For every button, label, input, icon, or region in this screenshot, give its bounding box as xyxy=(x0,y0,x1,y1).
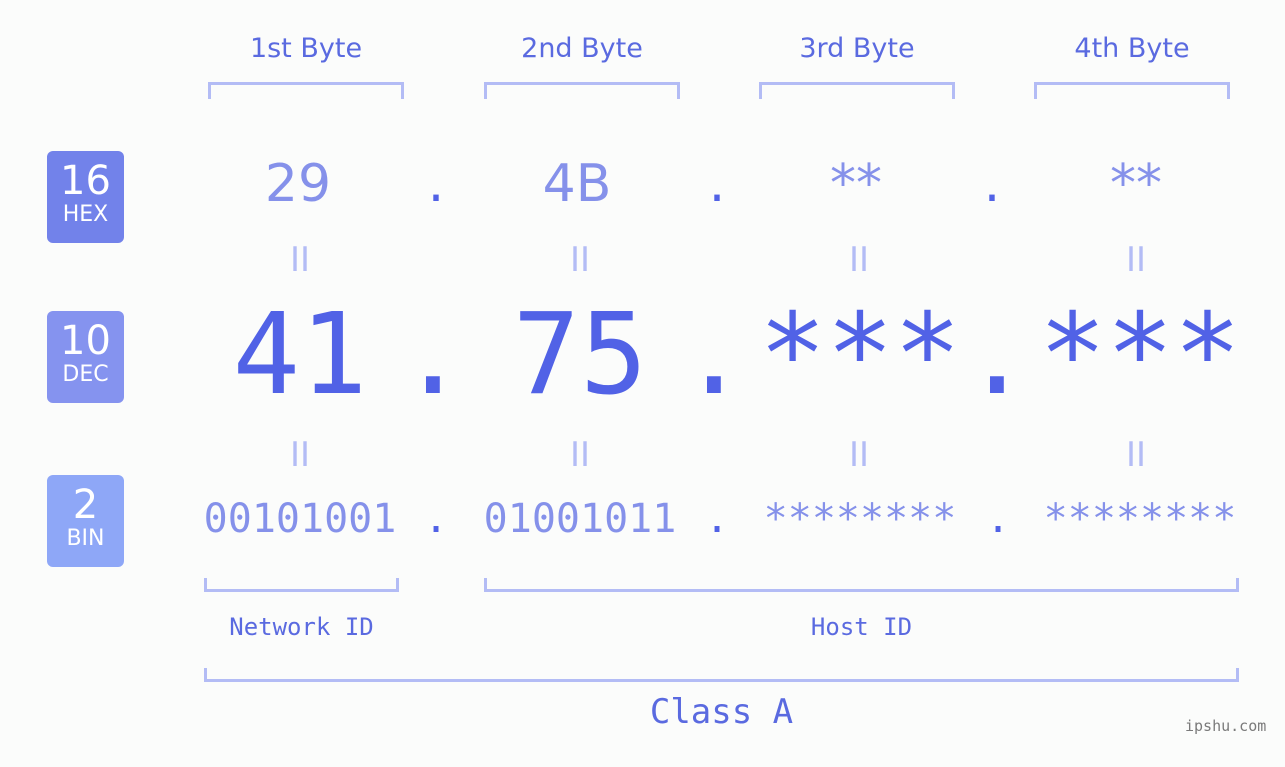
hex-badge-base: 16 xyxy=(60,158,111,204)
bin-badge-base: 2 xyxy=(72,482,99,528)
class-label: Class A xyxy=(649,692,794,732)
bin-dot-1: . xyxy=(423,496,449,542)
byte-bracket-1 xyxy=(208,82,404,99)
hex-dot-3: . xyxy=(983,154,1001,214)
dec-dot-1: . xyxy=(399,290,467,420)
dec-byte-2: 75 xyxy=(512,290,648,420)
bin-dot-2: . xyxy=(704,496,730,542)
equals-sign: II xyxy=(1125,435,1147,475)
host-id-label: Host ID xyxy=(810,613,913,641)
dec-dot-2: . xyxy=(680,290,748,420)
equals-sign: II xyxy=(848,240,870,280)
byte-header-1: 1st Byte xyxy=(249,33,363,64)
equals-sign: II xyxy=(289,240,311,280)
hex-byte-4: ** xyxy=(1110,154,1162,214)
equals-sign: II xyxy=(289,435,311,475)
dec-badge: 10 DEC xyxy=(47,311,124,403)
equals-sign: II xyxy=(569,240,591,280)
equals-sign: II xyxy=(1125,240,1147,280)
byte-bracket-4 xyxy=(1034,82,1230,99)
dec-byte-1: 41 xyxy=(232,290,368,420)
dec-byte-4: *** xyxy=(1038,290,1242,420)
host-id-bracket xyxy=(484,578,1239,592)
dec-badge-base: 10 xyxy=(60,318,111,364)
byte-header-4: 4th Byte xyxy=(1074,33,1190,64)
byte-header-3: 3rd Byte xyxy=(799,33,915,64)
dec-dot-3: . xyxy=(963,290,1031,420)
byte-bracket-3 xyxy=(759,82,955,99)
hex-badge: 16 HEX xyxy=(47,151,124,243)
hex-byte-3: ** xyxy=(830,154,882,214)
watermark: ipshu.com xyxy=(1185,717,1267,735)
dec-byte-3: *** xyxy=(758,290,962,420)
hex-badge-label: HEX xyxy=(62,202,109,227)
byte-bracket-2 xyxy=(484,82,680,99)
hex-byte-1: 29 xyxy=(264,154,332,214)
bin-dot-3: . xyxy=(985,496,1011,542)
class-bracket xyxy=(204,668,1239,682)
bin-badge-label: BIN xyxy=(66,526,105,551)
bin-byte-2: 01001011 xyxy=(483,496,677,542)
network-id-bracket xyxy=(204,578,399,592)
hex-dot-1: . xyxy=(427,154,445,214)
dec-badge-label: DEC xyxy=(62,362,109,387)
hex-dot-2: . xyxy=(708,154,726,214)
equals-sign: II xyxy=(569,435,591,475)
bin-byte-4: ******** xyxy=(1043,496,1237,542)
byte-header-2: 2nd Byte xyxy=(521,33,643,64)
network-id-label: Network ID xyxy=(229,613,374,641)
hex-byte-2: 4B xyxy=(542,154,612,214)
equals-sign: II xyxy=(848,435,870,475)
bin-byte-1: 00101001 xyxy=(203,496,397,542)
bin-badge: 2 BIN xyxy=(47,475,124,567)
bin-byte-3: ******** xyxy=(763,496,957,542)
